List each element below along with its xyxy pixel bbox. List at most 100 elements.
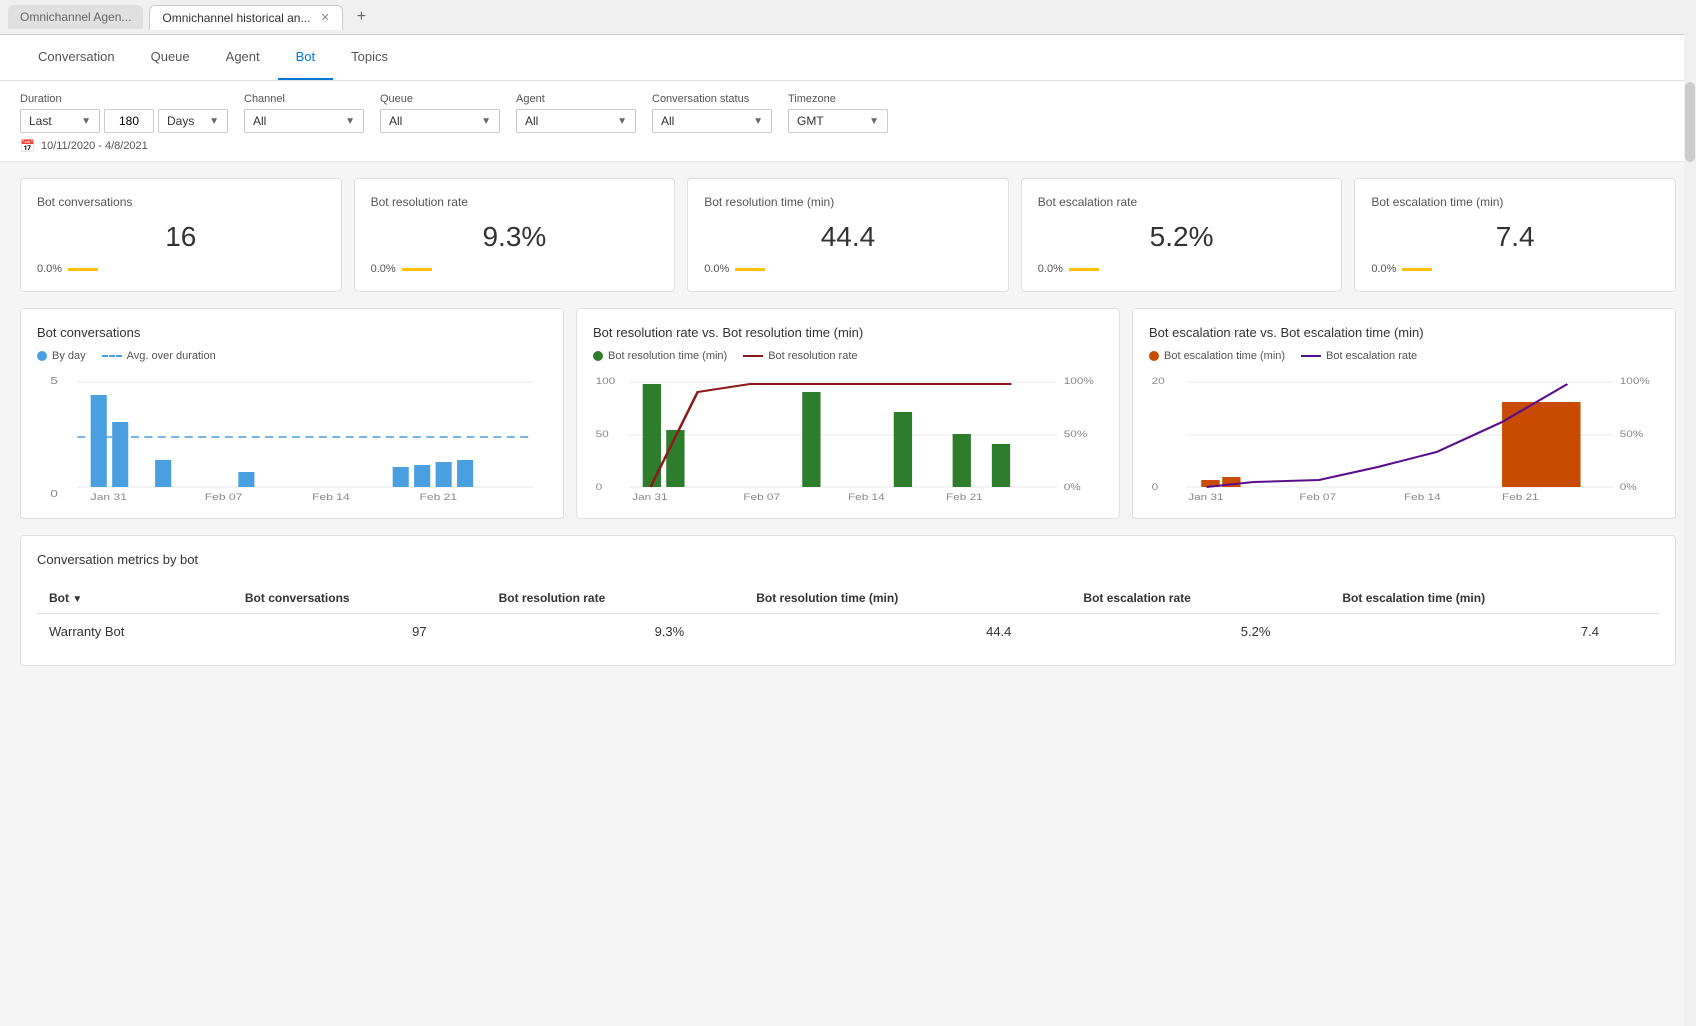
kpi-escalation-rate: Bot escalation rate 5.2% 0.0% (1021, 178, 1343, 292)
table-title: Conversation metrics by bot (37, 552, 1659, 567)
table-card: Conversation metrics by bot Bot ▼ Bot co… (20, 535, 1676, 666)
svg-text:0%: 0% (1620, 483, 1637, 492)
svg-text:100%: 100% (1620, 377, 1650, 386)
kpi-bot-conversations-title: Bot conversations (37, 195, 325, 209)
legend-escalation-time-dot (1149, 351, 1159, 361)
tab-2-close[interactable]: ✕ (320, 11, 329, 24)
kpi-section: Bot conversations 16 0.0% Bot resolution… (0, 162, 1696, 308)
cell-escalation-rate: 5.2% (1071, 614, 1330, 650)
channel-select[interactable]: All ▼ (244, 109, 364, 133)
legend-escalation-rate-line (1301, 355, 1321, 357)
legend-resolution-time-dot (593, 351, 603, 361)
timezone-chevron: ▼ (869, 116, 879, 127)
svg-text:Feb 07: Feb 07 (1299, 493, 1336, 502)
calendar-icon: 📅 (20, 139, 35, 153)
timezone-select[interactable]: GMT ▼ (788, 109, 888, 133)
svg-text:Feb 07: Feb 07 (743, 493, 780, 502)
col-escalation-rate: Bot escalation rate (1071, 583, 1330, 614)
timezone-filter: Timezone GMT ▼ (788, 93, 888, 133)
chart-resolution: Bot resolution rate vs. Bot resolution t… (576, 308, 1120, 519)
svg-text:Feb 14: Feb 14 (312, 492, 350, 502)
legend-resolution-time: Bot resolution time (min) (593, 350, 727, 362)
tab-2[interactable]: Omnichannel historical an... ✕ (149, 5, 342, 30)
kpi-bot-conversations: Bot conversations 16 0.0% (20, 178, 342, 292)
nav-tab-topics[interactable]: Topics (333, 35, 406, 80)
kpi-resolution-time-bar (735, 268, 765, 271)
legend-resolution-rate-line (743, 355, 763, 357)
legend-resolution-rate: Bot resolution rate (743, 350, 857, 362)
duration-preset-select[interactable]: Last ▼ (20, 109, 100, 133)
svg-text:Jan 31: Jan 31 (632, 493, 668, 502)
table-header-row: Bot ▼ Bot conversations Bot resolution r… (37, 583, 1659, 614)
kpi-resolution-rate-bar (402, 268, 432, 271)
conversation-status-select[interactable]: All ▼ (652, 109, 772, 133)
channel-label: Channel (244, 93, 364, 105)
chart-resolution-title: Bot resolution rate vs. Bot resolution t… (593, 325, 1103, 340)
col-resolution-time: Bot resolution time (min) (744, 583, 1071, 614)
nav-tab-agent[interactable]: Agent (208, 35, 278, 80)
legend-escalation-time: Bot escalation time (min) (1149, 350, 1285, 362)
agent-chevron: ▼ (617, 116, 627, 127)
nav-tab-conversation[interactable]: Conversation (20, 35, 133, 80)
metrics-table: Bot ▼ Bot conversations Bot resolution r… (37, 583, 1659, 649)
duration-unit-chevron: ▼ (209, 116, 219, 127)
legend-escalation-rate: Bot escalation rate (1301, 350, 1417, 362)
svg-text:100%: 100% (1064, 377, 1094, 386)
duration-filter: Duration Last ▼ Days ▼ (20, 93, 228, 133)
kpi-resolution-rate-title: Bot resolution rate (371, 195, 659, 209)
kpi-resolution-rate-value: 9.3% (371, 221, 659, 253)
kpi-escalation-time: Bot escalation time (min) 7.4 0.0% (1354, 178, 1676, 292)
kpi-resolution-time-change: 0.0% (704, 263, 992, 275)
tab-1[interactable]: Omnichannel Agen... (8, 5, 143, 29)
scrollbar-thumb[interactable] (1685, 82, 1695, 162)
agent-select[interactable]: All ▼ (516, 109, 636, 133)
svg-text:0: 0 (596, 483, 603, 492)
svg-text:Feb 21: Feb 21 (420, 492, 458, 502)
legend-avg-line (102, 355, 122, 357)
kpi-resolution-time-value: 44.4 (704, 221, 992, 253)
table-row: Warranty Bot 97 9.3% 44.4 5.2% 7.4 (37, 614, 1659, 650)
legend-by-day: By day (37, 350, 86, 362)
svg-text:0%: 0% (1064, 483, 1081, 492)
svg-text:Feb 21: Feb 21 (1502, 493, 1539, 502)
duration-preset-chevron: ▼ (81, 116, 91, 127)
chart-bot-conversations-area: 5 0 Jan 31 Feb (37, 372, 547, 502)
page-scrollbar[interactable] (1684, 0, 1696, 1026)
col-resolution-rate: Bot resolution rate (487, 583, 745, 614)
svg-text:50: 50 (596, 430, 609, 439)
sort-icon-bot[interactable]: ▼ (72, 594, 82, 605)
legend-avg: Avg. over duration (102, 350, 216, 362)
chart-bot-conversations-title: Bot conversations (37, 325, 547, 340)
chart-bot-conversations-legend: By day Avg. over duration (37, 350, 547, 362)
kpi-escalation-time-bar (1402, 268, 1432, 271)
channel-chevron: ▼ (345, 116, 355, 127)
kpi-escalation-rate-change: 0.0% (1038, 263, 1326, 275)
duration-unit-select[interactable]: Days ▼ (158, 109, 228, 133)
channel-filter: Channel All ▼ (244, 93, 364, 133)
kpi-escalation-rate-title: Bot escalation rate (1038, 195, 1326, 209)
chart-escalation-title: Bot escalation rate vs. Bot escalation t… (1149, 325, 1659, 340)
kpi-escalation-time-value: 7.4 (1371, 221, 1659, 253)
conversation-status-filter: Conversation status All ▼ (652, 93, 772, 133)
svg-text:50%: 50% (1620, 430, 1644, 439)
nav-bar: Conversation Queue Agent Bot Topics (0, 35, 1696, 81)
nav-tab-bot[interactable]: Bot (278, 35, 334, 80)
svg-text:Feb 21: Feb 21 (946, 493, 983, 502)
chart-resolution-legend: Bot resolution time (min) Bot resolution… (593, 350, 1103, 362)
kpi-resolution-time: Bot resolution time (min) 44.4 0.0% (687, 178, 1009, 292)
svg-text:Jan 31: Jan 31 (91, 492, 127, 502)
agent-filter: Agent All ▼ (516, 93, 636, 133)
date-range: 📅 10/11/2020 - 4/8/2021 (20, 139, 1676, 153)
browser-chrome: Omnichannel Agen... Omnichannel historic… (0, 0, 1696, 35)
table-section: Conversation metrics by bot Bot ▼ Bot co… (0, 535, 1696, 686)
duration-value-input[interactable] (104, 109, 154, 133)
kpi-bot-conversations-bar (68, 268, 98, 271)
col-escalation-time: Bot escalation time (min) (1330, 583, 1659, 614)
add-tab-button[interactable]: + (349, 4, 374, 30)
tab-1-label: Omnichannel Agen... (20, 10, 131, 24)
queue-select[interactable]: All ▼ (380, 109, 500, 133)
svg-text:5: 5 (50, 375, 58, 387)
kpi-escalation-time-title: Bot escalation time (min) (1371, 195, 1659, 209)
tab-2-label: Omnichannel historical an... (162, 11, 310, 25)
nav-tab-queue[interactable]: Queue (133, 35, 208, 80)
